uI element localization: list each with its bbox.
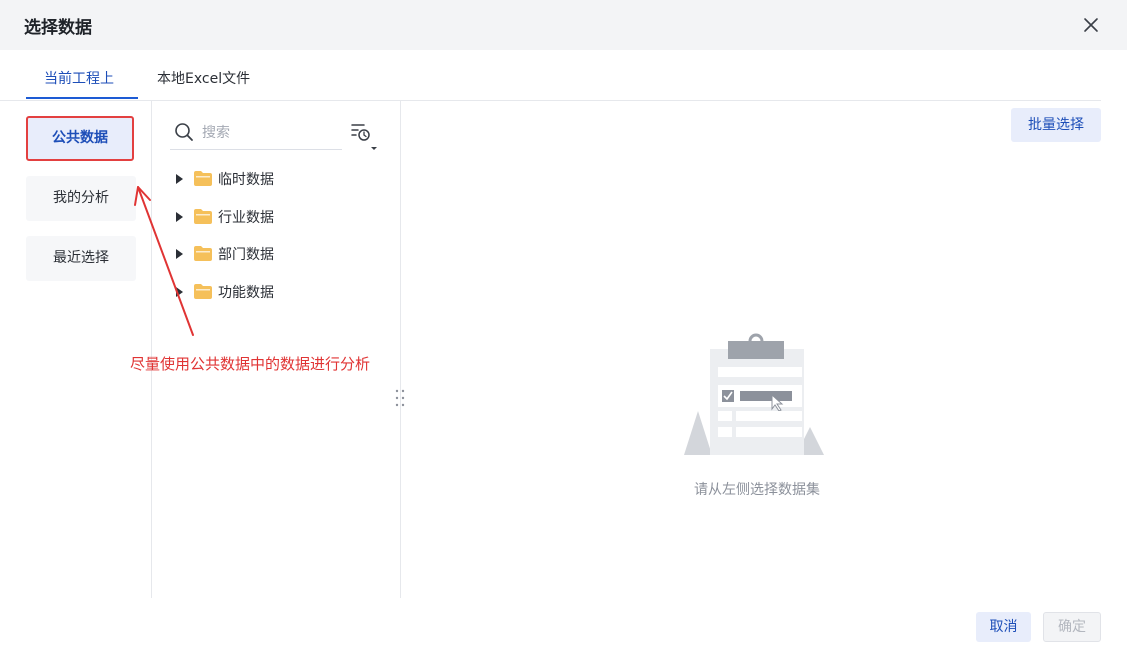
cancel-button[interactable]: 取消 xyxy=(976,612,1031,642)
tab-bar: 当前工程上 本地Excel文件 批量选择 xyxy=(0,50,1127,142)
select-data-dialog: 选择数据 当前工程上 本地Excel文件 批量选择 公共数据 我的分析 最近选择 xyxy=(0,0,1127,653)
tree-item[interactable]: 行业数据 xyxy=(176,206,376,228)
sort-history-icon xyxy=(351,124,377,150)
left-nav: 公共数据 我的分析 最近选择 xyxy=(0,101,152,598)
caret-right-icon[interactable] xyxy=(176,249,183,259)
tree-item-label: 行业数据 xyxy=(218,210,274,226)
dialog-title: 选择数据 xyxy=(24,18,92,38)
nav-item-public-data[interactable]: 公共数据 xyxy=(26,116,134,161)
caret-right-icon[interactable] xyxy=(176,212,183,222)
search-input[interactable] xyxy=(202,121,338,145)
clipboard-illustration-icon xyxy=(684,333,824,455)
nav-item-my-analysis[interactable]: 我的分析 xyxy=(26,176,136,221)
folder-icon xyxy=(194,171,212,186)
folder-icon xyxy=(194,284,212,299)
tab-local-excel[interactable]: 本地Excel文件 xyxy=(157,68,250,88)
empty-state-text: 请从左侧选择数据集 xyxy=(694,482,820,498)
annotation-text: 尽量使用公共数据中的数据进行分析 xyxy=(130,355,371,373)
tab-current-project[interactable]: 当前工程上 xyxy=(44,68,114,88)
batch-select-button[interactable]: 批量选择 xyxy=(1011,108,1101,142)
folder-icon xyxy=(194,209,212,224)
active-tab-indicator xyxy=(26,97,138,99)
tree-item[interactable]: 部门数据 xyxy=(176,243,376,265)
caret-right-icon[interactable] xyxy=(176,174,183,184)
tree-item-label: 临时数据 xyxy=(218,172,274,188)
folder-icon xyxy=(194,246,212,261)
tree-item-label: 部门数据 xyxy=(218,247,274,263)
dialog-header: 选择数据 xyxy=(0,0,1127,50)
drag-handle-icon[interactable] xyxy=(394,388,406,408)
tree-item-label: 功能数据 xyxy=(218,285,274,301)
close-icon xyxy=(1084,18,1098,32)
search-box xyxy=(170,117,342,150)
confirm-button[interactable]: 确定 xyxy=(1043,612,1101,642)
close-button[interactable] xyxy=(1078,12,1104,38)
sort-history-button[interactable] xyxy=(349,121,381,151)
tree-item[interactable]: 临时数据 xyxy=(176,168,376,190)
caret-right-icon[interactable] xyxy=(176,287,183,297)
tree-item[interactable]: 功能数据 xyxy=(176,281,376,303)
nav-item-recent[interactable]: 最近选择 xyxy=(26,236,136,281)
search-icon xyxy=(175,123,193,141)
data-tree-panel: 临时数据 行业数据 部门数据 功能数据 xyxy=(152,101,401,598)
